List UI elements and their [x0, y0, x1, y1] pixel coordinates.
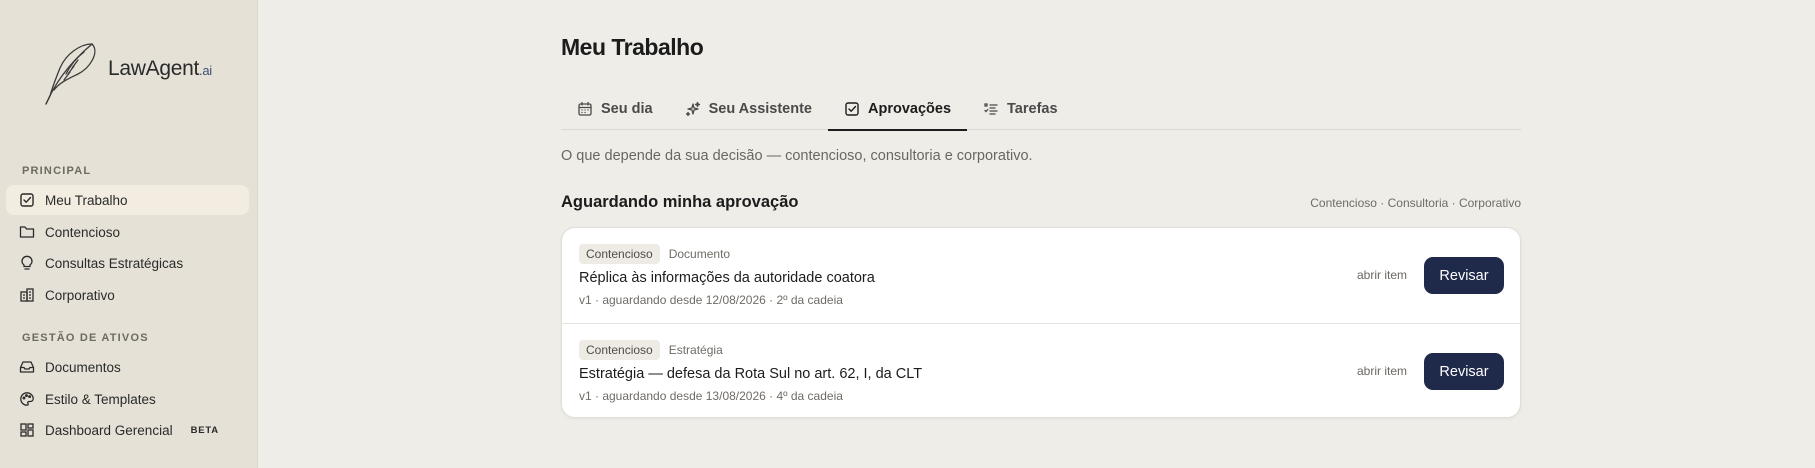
- list-checks-icon: [983, 101, 999, 117]
- tab-bar: Seu dia Seu Assistente Aprovações Tarefa…: [561, 88, 1521, 131]
- approvals-section-header: Aguardando minha aprovação Contencioso ·…: [561, 193, 1521, 212]
- item-meta: v1 · aguardando desde 13/08/2026 · 4º da…: [579, 389, 843, 403]
- area-tag: Contencioso: [579, 340, 660, 360]
- dashboard-icon: [19, 422, 35, 438]
- palette-icon: [19, 391, 35, 407]
- sidebar-item-label: Corporativo: [45, 287, 115, 303]
- tab-seu-dia[interactable]: Seu dia: [561, 88, 669, 130]
- section-label-principal: PRINCIPAL: [22, 165, 92, 177]
- tab-tarefas[interactable]: Tarefas: [967, 88, 1074, 130]
- item-title: Estratégia — defesa da Rota Sul no art. …: [579, 366, 923, 382]
- approval-item: Contencioso Estratégia Estratégia — defe…: [562, 323, 1520, 418]
- sidebar-item-dashboard-gerencial[interactable]: Dashboard Gerencial BETA: [6, 415, 249, 445]
- sidebar-item-corporativo[interactable]: Corporativo: [6, 280, 249, 310]
- tab-label: Aprovações: [868, 101, 952, 117]
- tab-label: Seu dia: [601, 101, 653, 117]
- folder-icon: [19, 224, 35, 240]
- sidebar: LawAgent.ai PRINCIPAL Meu Trabalho Conte…: [0, 0, 258, 468]
- sidebar-item-contencioso[interactable]: Contencioso: [6, 217, 249, 247]
- open-item-link[interactable]: abrir item: [1357, 268, 1407, 282]
- quill-pen-icon: [45, 43, 96, 105]
- sidebar-item-label: Contencioso: [45, 224, 121, 240]
- tab-label: Seu Assistente: [708, 101, 812, 117]
- approval-item: Contencioso Documento Réplica às informa…: [562, 228, 1520, 323]
- sidebar-item-consultas-estrategicas[interactable]: Consultas Estratégicas: [6, 248, 249, 278]
- tab-seu-assistente[interactable]: Seu Assistente: [669, 88, 828, 130]
- review-button[interactable]: Revisar: [1424, 257, 1504, 294]
- building-icon: [19, 287, 35, 303]
- review-button[interactable]: Revisar: [1424, 353, 1504, 390]
- sidebar-item-documentos[interactable]: Documentos: [6, 352, 249, 382]
- sidebar-item-label: Dashboard Gerencial: [45, 422, 173, 438]
- main-content: Meu Trabalho Seu dia Seu Assistente Apro…: [258, 0, 1815, 468]
- item-kind: Documento: [668, 247, 731, 261]
- brand-suffix: .ai: [199, 63, 212, 78]
- page-title: Meu Trabalho: [561, 34, 704, 60]
- tab-label: Tarefas: [1007, 101, 1058, 117]
- lightbulb-icon: [19, 255, 35, 271]
- section-title: Aguardando minha aprovação: [561, 193, 799, 211]
- check-square-icon: [19, 192, 35, 208]
- brand-name: LawAgent: [108, 57, 200, 80]
- area-tag: Contencioso: [579, 244, 660, 264]
- open-item-link[interactable]: abrir item: [1357, 364, 1407, 378]
- item-meta: v1 · aguardando desde 12/08/2026 · 2º da…: [579, 293, 843, 307]
- sidebar-item-meu-trabalho[interactable]: Meu Trabalho: [6, 185, 249, 215]
- section-label-gestao-de-ativos: GESTÃO DE ATIVOS: [22, 332, 149, 344]
- sidebar-item-estilo-templates[interactable]: Estilo & Templates: [6, 384, 249, 414]
- approvals-list: Contencioso Documento Réplica às informa…: [561, 227, 1521, 418]
- tab-aprovacoes[interactable]: Aprovações: [828, 88, 968, 131]
- section-filters: Contencioso · Consultoria · Corporativo: [1310, 195, 1521, 210]
- sidebar-item-label: Consultas Estratégicas: [45, 255, 184, 271]
- sidebar-item-label: Estilo & Templates: [45, 391, 156, 407]
- sidebar-item-label: Documentos: [45, 359, 121, 375]
- beta-badge: BETA: [190, 424, 219, 436]
- item-title: Réplica às informações da autoridade coa…: [579, 270, 875, 286]
- sidebar-item-label: Meu Trabalho: [45, 192, 128, 208]
- inbox-icon: [19, 359, 35, 375]
- page-subtitle: O que depende da sua decisão — contencio…: [561, 148, 1033, 164]
- sparkles-icon: [685, 101, 701, 117]
- item-kind: Estratégia: [668, 343, 723, 357]
- brand-logo[interactable]: LawAgent.ai: [40, 38, 212, 108]
- calendar-icon: [577, 101, 593, 117]
- check-square-icon: [844, 101, 860, 117]
